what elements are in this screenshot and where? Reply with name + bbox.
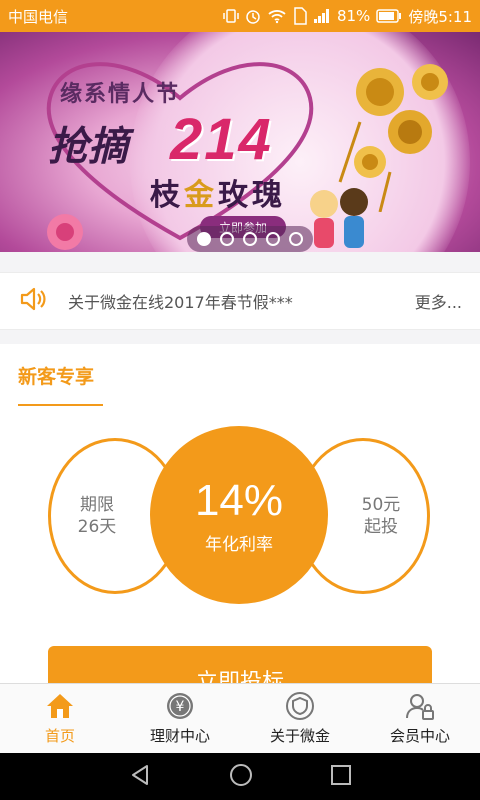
recents-icon[interactable] <box>330 764 352 790</box>
sim-icon <box>293 7 307 25</box>
nav-label-home: 首页 <box>44 727 75 745</box>
banner-number: 214 <box>170 107 273 172</box>
battery-percent: 81% <box>336 7 371 25</box>
banner-subtitle: 缘系情人节 <box>60 81 181 107</box>
signal-icon <box>313 8 331 24</box>
rose-post: 玫瑰 <box>218 178 286 213</box>
min-label: 起投 <box>364 517 398 537</box>
notice-bar[interactable]: 关于微金在线2017年春节假*** 更多... <box>0 272 480 330</box>
shield-icon <box>285 691 315 721</box>
home-circle-icon[interactable] <box>228 762 254 792</box>
carousel-dot[interactable] <box>242 232 257 246</box>
svg-text:¥: ¥ <box>176 699 185 715</box>
annual-rate-label: 年化利率 <box>205 534 273 555</box>
carousel-dot[interactable] <box>288 232 303 246</box>
promo-banner[interactable]: 缘系情人节 抢摘 214 枝金玫瑰 立即参加 <box>0 32 480 252</box>
banner-rose-text: 枝金玫瑰 <box>150 170 286 214</box>
nav-item-home[interactable]: 首页 <box>0 684 120 753</box>
user-lock-icon <box>405 691 435 721</box>
home-icon <box>45 691 75 721</box>
rose-pre: 枝 <box>150 178 184 213</box>
carousel-dot[interactable] <box>265 232 280 246</box>
speaker-icon <box>18 284 48 318</box>
carousel-dot[interactable] <box>197 232 212 246</box>
wifi-icon <box>267 8 287 24</box>
vibrate-icon <box>223 8 239 24</box>
section-underline <box>18 404 103 406</box>
carrier-label: 中国电信 <box>8 7 69 26</box>
nav-label-finance: 理财中心 <box>149 727 210 745</box>
yen-icon: ¥ <box>165 691 195 721</box>
nav-item-member[interactable]: 会员中心 <box>360 684 480 753</box>
nav-label-member: 会员中心 <box>389 727 450 745</box>
new-customer-section: 新客专享 期限 26天 50元 起投 14% 年化利率 立即投标 <box>0 344 480 702</box>
term-label: 期限 <box>80 495 114 515</box>
notice-text[interactable]: 关于微金在线2017年春节假*** <box>68 289 415 313</box>
rose-gold: 金 <box>184 178 218 213</box>
back-icon[interactable] <box>128 763 152 791</box>
pink-rose-icon <box>47 214 83 250</box>
term-value: 26天 <box>77 517 117 537</box>
status-bar: 中国电信 81% 傍晚5:11 <box>0 0 480 32</box>
system-nav-bar <box>0 753 480 800</box>
annual-rate: 14% <box>194 475 284 525</box>
status-icons: 81% 傍晚5:11 <box>223 6 472 27</box>
nav-label-about: 关于微金 <box>269 727 330 745</box>
nav-item-finance[interactable]: ¥ 理财中心 <box>120 684 240 753</box>
banner-grab-text: 抢摘 <box>48 123 128 170</box>
nav-item-about[interactable]: 关于微金 <box>240 684 360 753</box>
min-value: 50元 <box>361 495 401 515</box>
section-title: 新客专享 <box>18 366 95 388</box>
more-link[interactable]: 更多... <box>415 289 462 313</box>
clock: 傍晚5:11 <box>408 7 472 26</box>
rate-circle: 14% 年化利率 <box>150 426 328 604</box>
battery-icon <box>376 9 402 23</box>
bottom-nav: 首页 ¥ 理财中心 关于微金 会员中心 <box>0 683 480 753</box>
carousel-dot[interactable] <box>220 232 235 246</box>
carousel-dots <box>187 226 313 252</box>
alarm-icon <box>245 8 261 24</box>
